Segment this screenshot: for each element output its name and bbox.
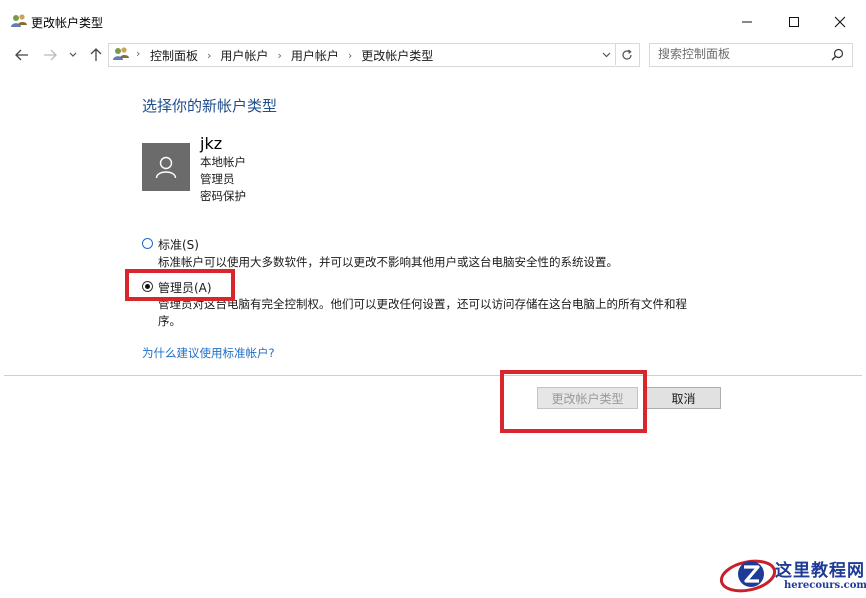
refresh-icon — [622, 49, 632, 60]
minimize-icon — [742, 21, 752, 23]
standard-radio[interactable] — [142, 238, 153, 249]
user-role: 管理员 — [200, 172, 235, 186]
close-icon — [834, 16, 846, 28]
control-panel-icon — [113, 47, 129, 60]
back-button[interactable] — [12, 44, 32, 66]
page-title: 选择你的新帐户类型 — [142, 97, 278, 115]
divider — [4, 375, 862, 376]
maximize-button[interactable] — [774, 8, 814, 36]
users-icon — [11, 14, 27, 27]
user-account-type: 本地帐户 — [200, 155, 246, 169]
breadcrumb: 控制面板 › 用户帐户 › 用户帐户 › 更改帐户类型 — [150, 47, 433, 64]
breadcrumb-chevron-icon: › — [347, 49, 353, 62]
standard-radio-label[interactable]: 标准(S) — [158, 236, 199, 253]
minimize-button[interactable] — [727, 8, 767, 36]
avatar — [142, 143, 190, 191]
address-dropdown-button[interactable] — [599, 44, 613, 66]
watermark-logo-icon — [719, 559, 777, 593]
close-button[interactable] — [820, 8, 860, 36]
administrator-description-continued: 序。 — [158, 314, 181, 328]
highlight-box-administrator — [125, 269, 235, 301]
chevron-down-icon — [69, 52, 77, 57]
address-divider — [615, 44, 616, 65]
maximize-icon — [789, 17, 799, 27]
search-box[interactable] — [649, 43, 853, 67]
administrator-description: 管理员对这台电脑有完全控制权。他们可以更改任何设置，还可以访问存储在这台电脑上的… — [158, 297, 687, 311]
user-name: jkz — [200, 134, 223, 153]
watermark-title: 这里教程网 — [775, 561, 865, 581]
breadcrumb-item[interactable]: 用户帐户 — [220, 47, 268, 64]
why-standard-account-link[interactable]: 为什么建议使用标准帐户? — [142, 345, 275, 361]
breadcrumb-item[interactable]: 用户帐户 — [291, 47, 339, 64]
cancel-button[interactable]: 取消 — [646, 387, 721, 409]
arrow-left-icon — [15, 49, 28, 61]
breadcrumb-chevron-icon: › — [277, 49, 282, 62]
search-input[interactable] — [658, 47, 828, 61]
up-button[interactable] — [87, 44, 105, 66]
arrow-right-icon — [44, 49, 57, 61]
breadcrumb-item[interactable]: 更改帐户类型 — [361, 47, 433, 64]
window-title: 更改帐户类型 — [31, 16, 104, 30]
user-password-status: 密码保护 — [200, 189, 246, 203]
arrow-up-icon — [90, 48, 102, 61]
breadcrumb-item[interactable]: 控制面板 — [150, 47, 198, 64]
forward-button[interactable] — [40, 44, 60, 66]
refresh-button[interactable] — [618, 44, 636, 66]
breadcrumb-chevron-icon: › — [207, 49, 212, 62]
breadcrumb-chevron-icon: › — [136, 47, 141, 60]
search-icon[interactable] — [831, 48, 844, 61]
user-icon — [155, 156, 177, 179]
watermark-url: herecours.com — [784, 580, 866, 591]
highlight-box-change-button — [500, 370, 647, 433]
chevron-down-icon — [602, 52, 610, 58]
recent-locations-button[interactable] — [66, 44, 80, 66]
